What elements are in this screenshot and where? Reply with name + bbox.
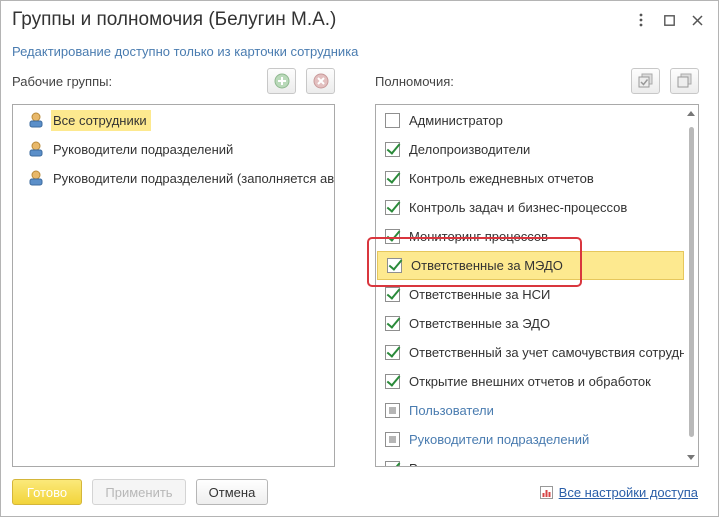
check-all-button[interactable] xyxy=(631,68,660,94)
permission-checkbox[interactable] xyxy=(385,432,400,447)
close-icon[interactable] xyxy=(684,9,710,31)
permission-label: Ответственные за ЭДО xyxy=(409,316,551,331)
group-icon xyxy=(29,112,43,128)
uncheck-all-button[interactable] xyxy=(670,68,699,94)
access-settings-link[interactable]: Все настройки доступа xyxy=(539,485,698,500)
permission-checkbox[interactable] xyxy=(385,200,400,215)
permission-checkbox[interactable] xyxy=(385,316,400,331)
permission-label: Ответственный за учет самочувствия сотру… xyxy=(409,345,699,360)
permission-checkbox[interactable] xyxy=(385,403,400,418)
permission-checkbox[interactable] xyxy=(385,287,400,302)
cancel-button[interactable]: Отмена xyxy=(196,479,268,505)
permission-label: Открытие внешних отчетов и обработок xyxy=(409,374,651,389)
remove-group-button[interactable] xyxy=(306,68,335,94)
permission-checkbox[interactable] xyxy=(385,374,400,389)
more-vertical-icon[interactable] xyxy=(628,9,654,31)
permission-row[interactable]: Ответственный за учет самочувствия сотру… xyxy=(376,338,698,367)
add-icon xyxy=(274,73,289,89)
permission-checkbox[interactable] xyxy=(385,345,400,360)
apply-button[interactable]: Применить xyxy=(92,479,186,505)
scroll-up-icon[interactable] xyxy=(687,111,695,116)
group-item[interactable]: Руководители подразделений (заполняется … xyxy=(27,167,334,189)
add-group-button[interactable] xyxy=(267,68,296,94)
permission-label: Делопроизводители xyxy=(409,142,531,157)
dialog-window: Группы и полномочия (Белугин М.А.) Редак… xyxy=(0,0,719,517)
title-buttons xyxy=(628,9,710,31)
permission-row[interactable]: Открытие внешних отчетов и обработок xyxy=(376,367,682,396)
permission-label[interactable]: Руководители подразделений xyxy=(409,432,589,447)
remove-icon xyxy=(313,73,328,89)
permission-label: Ответственные за НСИ xyxy=(409,287,551,302)
permission-checkbox[interactable] xyxy=(385,113,400,128)
window-title: Группы и полномочия (Белугин М.А.) xyxy=(12,9,337,30)
permission-row[interactable]: Ответственные за ЭДО xyxy=(376,309,682,338)
report-icon xyxy=(539,486,553,499)
permission-label: Администратор xyxy=(409,113,503,128)
permission-row[interactable]: Администратор xyxy=(376,106,682,135)
permission-row[interactable]: Пользователи xyxy=(376,396,682,425)
permission-label: Контроль задач и бизнес-процессов xyxy=(409,200,628,215)
permission-checkbox[interactable] xyxy=(385,142,400,157)
annotation-highlight xyxy=(367,237,582,287)
permissions-scrollbar[interactable] xyxy=(684,105,698,466)
permission-row[interactable]: Контроль задач и бизнес-процессов xyxy=(376,193,682,222)
permission-row[interactable]: Делопроизводители xyxy=(376,135,682,164)
permission-label: Руководители проектов xyxy=(409,461,551,466)
permission-row[interactable]: Руководители проектов xyxy=(376,454,682,466)
permission-checkbox[interactable] xyxy=(385,461,400,466)
permission-label: Контроль ежедневных отчетов xyxy=(409,171,594,186)
groups-list[interactable]: Все сотрудники Руководители подразделени… xyxy=(12,104,335,467)
uncheck-all-icon xyxy=(677,73,691,88)
group-item[interactable]: Все сотрудники xyxy=(27,109,151,131)
permission-checkbox[interactable] xyxy=(385,171,400,186)
group-item[interactable]: Руководители подразделений xyxy=(27,138,237,160)
group-icon xyxy=(29,170,43,186)
permissions-label: Полномочия: xyxy=(375,74,454,89)
group-icon xyxy=(29,141,43,157)
check-all-icon xyxy=(638,73,652,88)
groups-label: Рабочие группы: xyxy=(12,74,113,89)
info-text[interactable]: Редактирование доступно только из карточ… xyxy=(12,44,358,59)
maximize-icon[interactable] xyxy=(656,9,682,31)
permission-row[interactable]: Руководители подразделений xyxy=(376,425,682,454)
ok-button[interactable]: Готово xyxy=(12,479,82,505)
scroll-thumb[interactable] xyxy=(689,127,694,437)
permission-label[interactable]: Пользователи xyxy=(409,403,494,418)
permission-row[interactable]: Контроль ежедневных отчетов xyxy=(376,164,682,193)
scroll-down-icon[interactable] xyxy=(687,455,695,460)
